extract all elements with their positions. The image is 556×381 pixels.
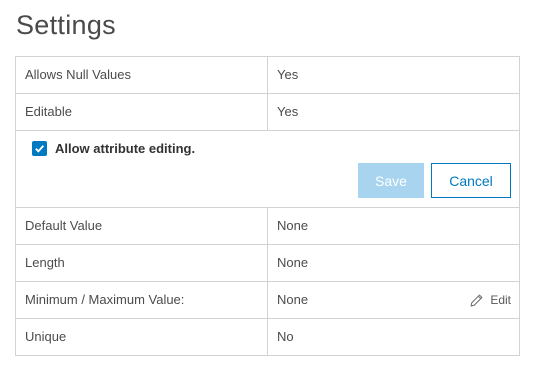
default-value-value: None: [277, 218, 309, 233]
pencil-icon: [470, 294, 483, 306]
table-row: Unique No: [15, 319, 520, 356]
table-row: Editable Yes: [15, 94, 520, 131]
settings-table: Allows Null Values Yes Editable Yes Allo…: [15, 56, 520, 356]
table-row: Minimum / Maximum Value: None Edit: [15, 282, 520, 319]
table-row: Default Value None: [15, 208, 520, 245]
allow-editing-checkbox[interactable]: [32, 141, 47, 156]
length-value: None: [277, 255, 309, 270]
default-value-label: Default Value: [16, 208, 268, 244]
min-max-value: None: [277, 292, 309, 307]
table-row: Allows Null Values Yes: [15, 57, 520, 94]
page-title: Settings: [16, 10, 116, 40]
allows-null-label: Allows Null Values: [16, 57, 268, 93]
save-button[interactable]: Save: [358, 163, 424, 198]
length-label: Length: [16, 245, 268, 281]
allow-editing-label: Allow attribute editing.: [55, 141, 196, 156]
editable-editor: Allow attribute editing. Save Cancel: [15, 131, 520, 208]
editable-label: Editable: [16, 94, 268, 130]
edit-min-max-button[interactable]: Edit: [469, 282, 511, 318]
allows-null-value: Yes: [277, 67, 299, 82]
allow-editing-checkbox-row[interactable]: Allow attribute editing.: [32, 141, 195, 156]
cancel-button[interactable]: Cancel: [431, 163, 511, 198]
unique-label: Unique: [16, 319, 268, 355]
checkmark-icon: [35, 145, 45, 153]
edit-label: Edit: [490, 293, 511, 307]
unique-value: No: [277, 329, 294, 344]
table-row: Length None: [15, 245, 520, 282]
editable-value: Yes: [277, 104, 299, 119]
min-max-label: Minimum / Maximum Value:: [16, 282, 268, 318]
